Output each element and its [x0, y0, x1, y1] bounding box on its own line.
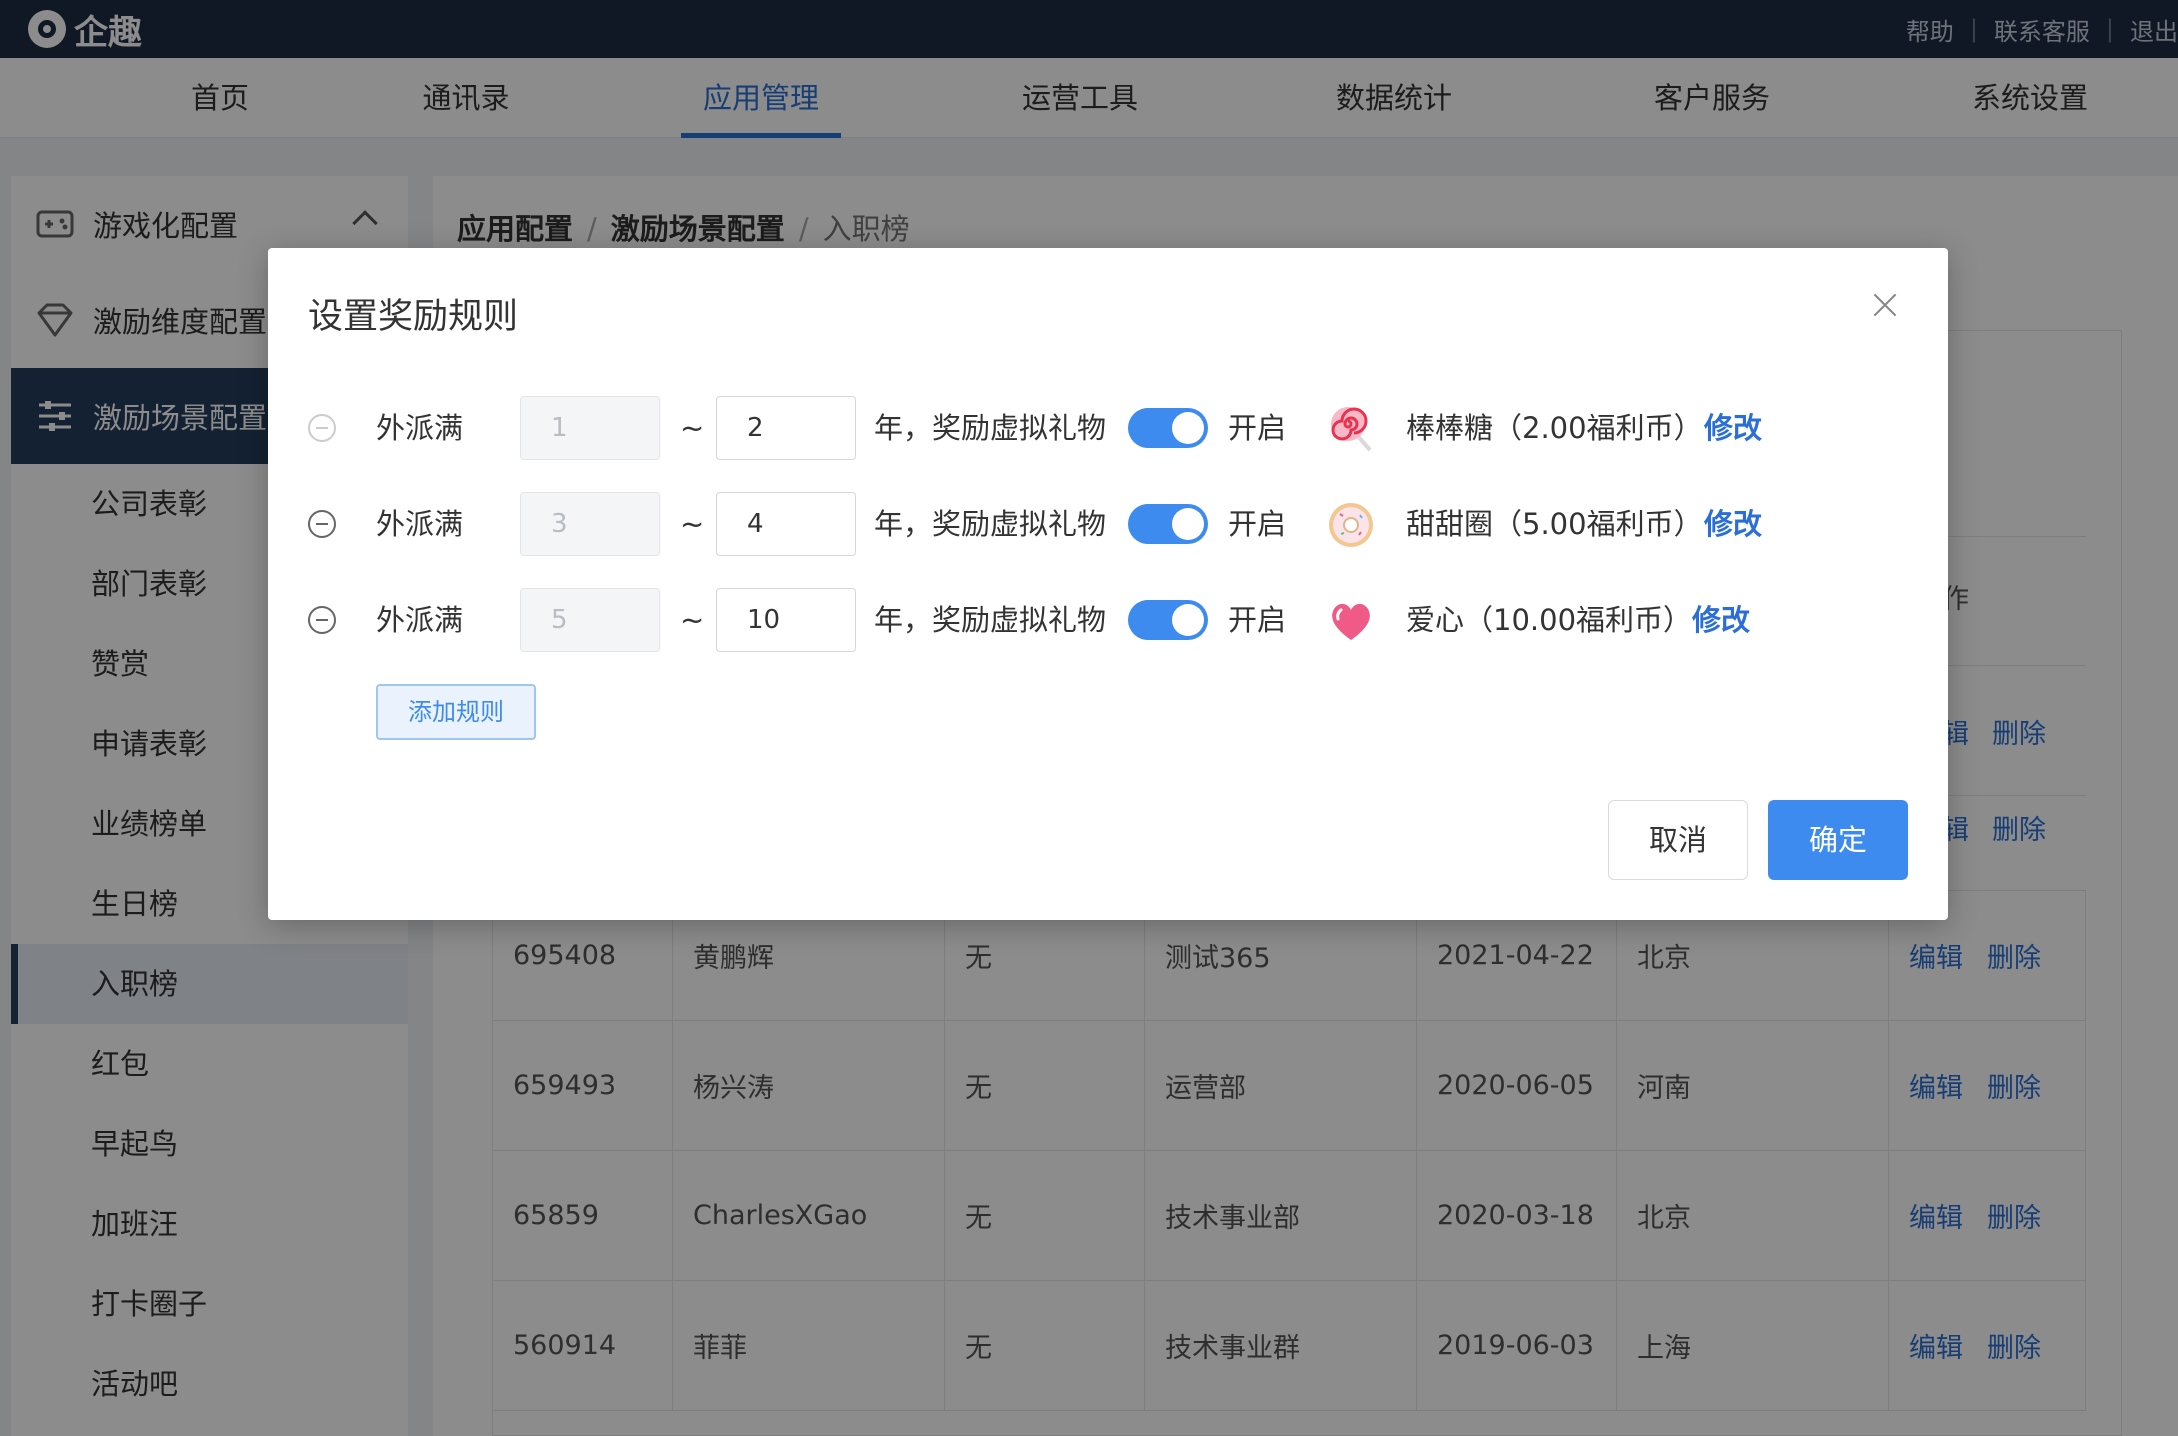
reward-rule-row: 外派满 5 ~ 10 年，奖励虚拟礼物 开启 爱心（10.00福利币） 修改 — [308, 588, 1908, 652]
rule-mid-label: 年，奖励虚拟礼物 — [874, 507, 1107, 541]
dialog-title: 设置奖励规则 — [308, 297, 519, 337]
modify-gift-link[interactable]: 修改 — [1704, 492, 1762, 556]
remove-rule-icon[interactable] — [308, 414, 336, 442]
gift-name: 甜甜圈（5.00福利币） — [1406, 507, 1703, 541]
years-to-input[interactable]: 4 — [716, 492, 856, 556]
gift-name: 爱心（10.00福利币） — [1406, 603, 1693, 637]
years-from-input[interactable]: 5 — [520, 588, 660, 652]
toggle-label: 开启 — [1228, 507, 1287, 541]
remove-rule-icon[interactable] — [308, 606, 336, 634]
rule-prefix-label: 外派满 — [376, 411, 464, 445]
heart-icon — [1326, 596, 1376, 646]
confirm-button[interactable]: 确定 — [1768, 800, 1908, 880]
add-rule-button[interactable]: 添加规则 — [376, 684, 536, 740]
years-to-input[interactable]: 10 — [716, 588, 856, 652]
rule-prefix-label: 外派满 — [376, 507, 464, 541]
rule-enable-toggle[interactable] — [1128, 408, 1208, 448]
range-tilde: ~ — [680, 411, 705, 445]
rule-enable-toggle[interactable] — [1128, 600, 1208, 640]
close-icon[interactable] — [1872, 292, 1898, 318]
range-tilde: ~ — [680, 603, 705, 637]
lollipop-icon — [1326, 404, 1376, 454]
years-from-input[interactable]: 1 — [520, 396, 660, 460]
years-to-input[interactable]: 2 — [716, 396, 856, 460]
range-tilde: ~ — [680, 507, 705, 541]
years-from-input[interactable]: 3 — [520, 492, 660, 556]
reward-rule-row: 外派满 3 ~ 4 年，奖励虚拟礼物 开启 甜甜圈（5.00福利币） 修改 — [308, 492, 1908, 556]
gift-name: 棒棒糖（2.00福利币） — [1406, 411, 1703, 445]
toggle-label: 开启 — [1228, 411, 1287, 445]
donut-icon — [1326, 500, 1376, 550]
rule-prefix-label: 外派满 — [376, 603, 464, 637]
rule-mid-label: 年，奖励虚拟礼物 — [874, 411, 1107, 445]
modify-gift-link[interactable]: 修改 — [1704, 396, 1762, 460]
reward-rule-row: 外派满 1 ~ 2 年，奖励虚拟礼物 开启 棒棒糖（2.00福利币） 修改 — [308, 396, 1908, 460]
reward-rules-dialog: 设置奖励规则 外派满 1 ~ 2 年，奖励虚拟礼物 开启 棒棒糖（2.00福利币… — [268, 248, 1948, 920]
cancel-button[interactable]: 取消 — [1608, 800, 1748, 880]
remove-rule-icon[interactable] — [308, 510, 336, 538]
rule-enable-toggle[interactable] — [1128, 504, 1208, 544]
rule-mid-label: 年，奖励虚拟礼物 — [874, 603, 1107, 637]
modify-gift-link[interactable]: 修改 — [1692, 588, 1750, 652]
toggle-label: 开启 — [1228, 603, 1287, 637]
